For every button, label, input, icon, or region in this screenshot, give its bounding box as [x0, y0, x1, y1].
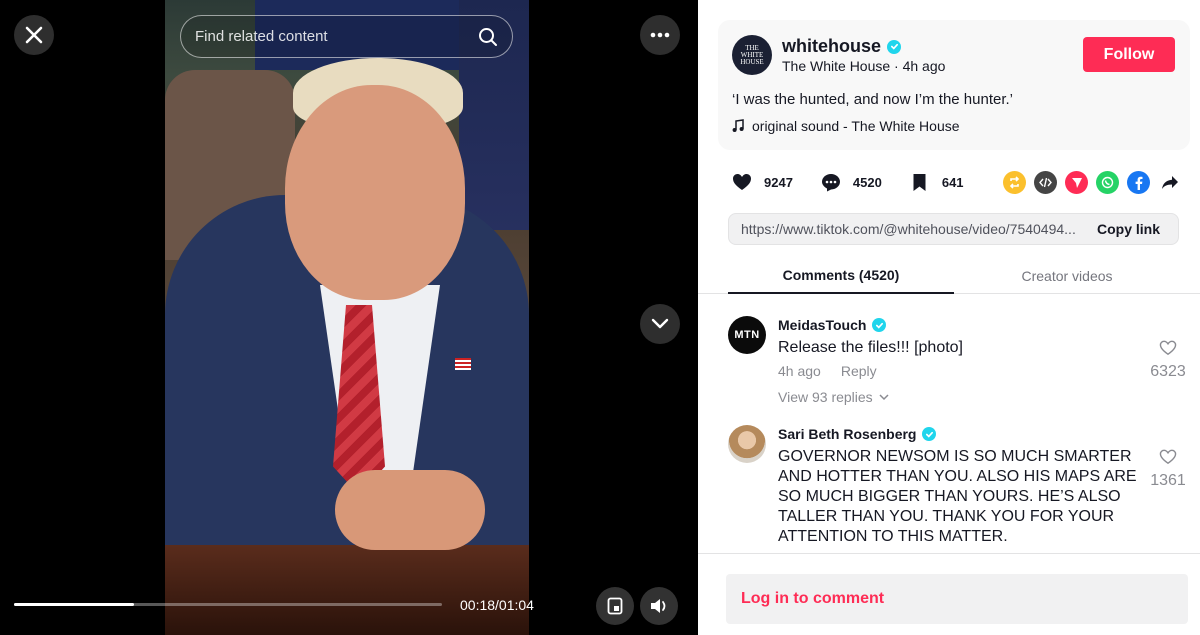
details-panel: THE WHITE HOUSE whitehouse The White Hou… [698, 0, 1200, 635]
save-stat[interactable]: 641 [908, 170, 964, 194]
repost-icon[interactable] [1003, 171, 1026, 194]
post-sound-link[interactable]: original sound - The White House [732, 118, 960, 134]
share-link-url[interactable]: https://www.tiktok.com/@whitehouse/video… [729, 221, 1087, 237]
commenter-avatar[interactable] [728, 425, 766, 463]
like-stat[interactable]: 9247 [730, 170, 793, 194]
comment-item: Sari Beth Rosenberg GOVERNOR NEWSOM IS S… [728, 425, 1188, 550]
commenter-name[interactable]: MeidasTouch [778, 317, 866, 333]
volume-button[interactable] [640, 587, 678, 625]
embed-icon[interactable] [1034, 171, 1057, 194]
flag-pin [455, 358, 471, 370]
post-info-card: THE WHITE HOUSE whitehouse The White Hou… [718, 20, 1190, 150]
commenter-avatar[interactable]: MTN [728, 316, 766, 354]
chevron-down-icon [879, 393, 889, 400]
video-progress-bar[interactable] [14, 603, 442, 606]
comment-like[interactable]: 1361 [1148, 449, 1188, 490]
heart-outline-icon[interactable] [1159, 449, 1177, 465]
post-caption: ‘I was the hunted, and now I’m the hunte… [732, 91, 1014, 108]
music-note-icon [732, 119, 744, 132]
comment-like[interactable]: 6323 [1148, 340, 1188, 381]
close-button[interactable] [14, 15, 54, 55]
view-replies-button[interactable]: View 93 replies [778, 389, 889, 405]
more-dots-icon [650, 32, 670, 38]
commenter-avatar-text: MTN [734, 329, 760, 341]
video-time: 00:18/01:04 [460, 597, 534, 613]
like-count: 9247 [764, 174, 793, 190]
more-options-button[interactable] [640, 15, 680, 55]
commenter-name[interactable]: Sari Beth Rosenberg [778, 426, 916, 442]
post-sound-label[interactable]: original sound - The White House [752, 118, 960, 134]
share-arrow-icon[interactable] [1158, 171, 1181, 194]
related-search-input[interactable] [195, 28, 478, 45]
desk [165, 545, 529, 635]
save-count: 641 [941, 174, 964, 190]
speaker-face [285, 85, 465, 300]
share-link-box[interactable]: https://www.tiktok.com/@whitehouse/video… [728, 213, 1179, 245]
video-frame[interactable] [165, 0, 529, 635]
comment-stat[interactable]: 4520 [819, 170, 882, 194]
comment-like-count: 1361 [1150, 472, 1186, 489]
author-avatar[interactable]: THE WHITE HOUSE [732, 35, 772, 75]
speaker-hands [335, 470, 485, 550]
close-icon [25, 26, 43, 44]
commenter-name-row[interactable]: MeidasTouch [778, 317, 887, 333]
author-username[interactable]: whitehouse [782, 36, 881, 57]
author-subline: The White House · 4h ago [782, 58, 946, 74]
panel-tabs: Comments (4520) Creator videos [698, 258, 1200, 294]
author-avatar-text: THE WHITE HOUSE [740, 43, 764, 66]
heart-icon[interactable] [730, 170, 754, 194]
volume-icon [651, 599, 666, 613]
comment-count: 4520 [852, 174, 882, 190]
video-progress-fill [14, 603, 134, 606]
comment-like-count: 6323 [1150, 363, 1186, 380]
comment-meta: 4h ago Reply [778, 363, 877, 379]
login-bar: Log in to comment [698, 553, 1200, 635]
related-search-box[interactable] [180, 15, 513, 58]
copy-link-button[interactable]: Copy link [1087, 221, 1178, 237]
bookmark-icon[interactable] [908, 170, 932, 194]
send-icon[interactable] [1065, 171, 1088, 194]
author-username-row[interactable]: whitehouse [782, 36, 902, 57]
engagement-stats: 9247 4520 641 [730, 170, 990, 194]
commenter-name-row[interactable]: Sari Beth Rosenberg [778, 426, 937, 442]
facebook-icon[interactable] [1127, 171, 1150, 194]
floating-player-icon [607, 597, 623, 615]
tab-creator-videos[interactable]: Creator videos [954, 258, 1180, 294]
verified-badge-icon [887, 39, 902, 54]
picture-in-picture-button[interactable] [596, 587, 634, 625]
whatsapp-icon[interactable] [1096, 171, 1119, 194]
reply-button[interactable]: Reply [841, 363, 877, 379]
verified-badge-icon [872, 318, 887, 332]
view-replies-label[interactable]: View 93 replies [778, 389, 873, 405]
heart-outline-icon[interactable] [1159, 340, 1177, 356]
login-to-comment-button[interactable]: Log in to comment [726, 574, 1188, 624]
comment-bubble-icon[interactable] [819, 170, 843, 194]
comment-text: Release the files!!! [photo] [778, 339, 963, 356]
search-icon[interactable] [478, 27, 498, 47]
comment-text: GOVERNOR NEWSOM IS SO MUCH SMARTER AND H… [778, 448, 1137, 545]
video-player[interactable]: 00:18/01:04 [0, 0, 698, 635]
comment-age: 4h ago [778, 363, 821, 379]
next-video-button[interactable] [640, 304, 680, 344]
verified-badge-icon [922, 427, 937, 441]
follow-button[interactable]: Follow [1083, 37, 1175, 72]
share-options [1003, 171, 1181, 194]
tab-comments[interactable]: Comments (4520) [728, 258, 954, 294]
chevron-down-icon [651, 318, 669, 329]
comment-item: MTN MeidasTouch Release the files!!! [ph… [728, 316, 1188, 416]
